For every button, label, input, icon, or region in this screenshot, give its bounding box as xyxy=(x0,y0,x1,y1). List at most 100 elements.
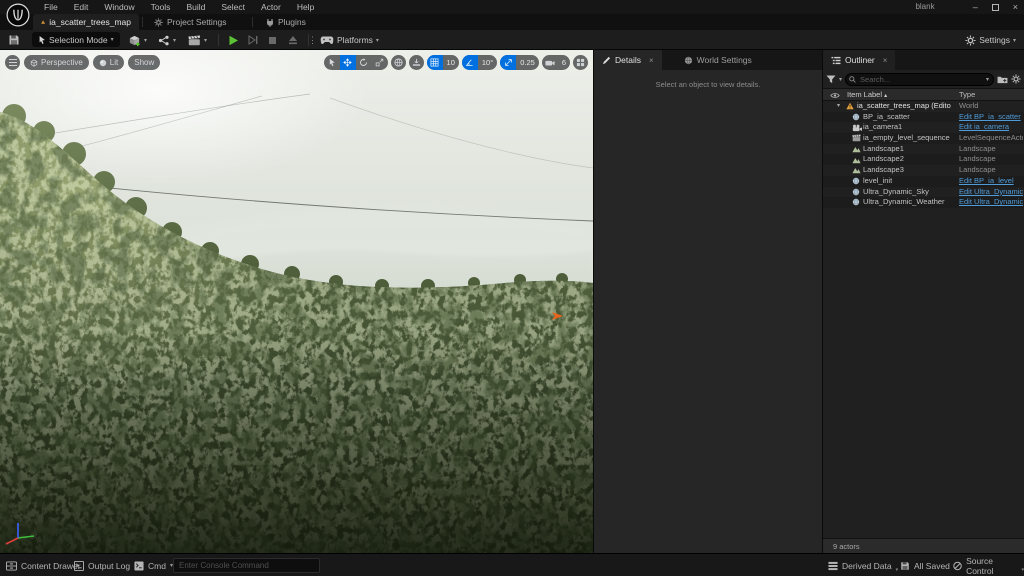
outliner-row[interactable]: Ultra_Dynamic_Sky Edit Ultra_Dynamic_Sky xyxy=(823,187,1024,198)
search-icon xyxy=(849,76,856,83)
all-saved-button[interactable]: All Saved xyxy=(900,554,950,576)
eject-button[interactable] xyxy=(288,35,302,45)
minimize-button[interactable]: – xyxy=(973,0,978,14)
unreal-engine-logo-icon xyxy=(6,3,30,27)
surface-snapping-button[interactable] xyxy=(409,55,424,70)
settings-dropdown[interactable]: Settings ▾ xyxy=(965,30,1016,50)
outliner-search-input[interactable] xyxy=(845,73,994,86)
maximize-viewport-button[interactable] xyxy=(573,55,588,70)
outliner-row[interactable]: Landscape1 Landscape xyxy=(823,144,1024,155)
expand-arrow-icon[interactable]: ▾ xyxy=(837,101,840,112)
outliner-row[interactable]: ia_empty_level_sequence LevelSequenceAct… xyxy=(823,133,1024,144)
row-type[interactable]: Edit ia_camera xyxy=(959,122,1023,133)
column-type[interactable]: Type xyxy=(959,90,975,99)
column-item-label[interactable]: Item Label ▴ xyxy=(847,90,887,99)
menu-item-file[interactable]: File xyxy=(36,2,66,12)
tab-plugins[interactable]: Plugins xyxy=(258,14,314,30)
close-tab-icon[interactable]: × xyxy=(649,56,654,65)
blueprints-icon xyxy=(158,35,170,46)
stop-button[interactable] xyxy=(268,36,282,45)
rotation-snap-toggle[interactable] xyxy=(462,55,478,70)
menu-item-help[interactable]: Help xyxy=(289,2,322,12)
tab-details[interactable]: Details × xyxy=(594,50,662,70)
selection-mode-dropdown[interactable]: Selection Mode ▾ xyxy=(32,32,120,47)
cmd-console-icon xyxy=(134,561,144,571)
derived-data-button[interactable]: Derived Data ▾ xyxy=(828,554,898,576)
save-button[interactable] xyxy=(8,30,20,50)
tab-level-label: ia_scatter_trees_map xyxy=(49,17,131,27)
add-actor-dropdown[interactable]: ▾ xyxy=(128,30,147,50)
gear-icon xyxy=(965,35,976,46)
scale-tool-button[interactable] xyxy=(372,55,388,70)
grid-snap-toggle[interactable] xyxy=(427,55,443,70)
camera-icon xyxy=(545,59,555,67)
lit-mode-dropdown[interactable]: Lit xyxy=(93,55,124,70)
scale-icon xyxy=(375,58,384,67)
outliner-row[interactable]: level_init Edit BP_ia_level xyxy=(823,176,1024,187)
project-settings-icon xyxy=(154,18,163,27)
menu-item-select[interactable]: Select xyxy=(213,2,253,12)
outliner-row[interactable]: Landscape3 Landscape xyxy=(823,165,1024,176)
tab-project-settings[interactable]: Project Settings xyxy=(146,14,235,30)
rotate-tool-button[interactable] xyxy=(356,55,372,70)
output-log-button[interactable]: Output Log xyxy=(74,554,130,576)
all-saved-floppy-icon xyxy=(900,561,910,571)
tab-world-settings[interactable]: World Settings xyxy=(676,50,760,70)
outliner-row[interactable]: ▾ ia_scatter_trees_map (Editor) World xyxy=(823,101,1024,112)
maximize-button[interactable] xyxy=(992,4,999,11)
create-folder-icon[interactable] xyxy=(997,75,1008,84)
landscape-icon xyxy=(852,145,861,153)
select-tool-button[interactable] xyxy=(324,55,340,70)
console-command-input[interactable] xyxy=(173,558,320,573)
filter-icon[interactable] xyxy=(826,75,836,84)
rotation-snap-value[interactable]: 10° xyxy=(478,58,497,67)
level-viewport[interactable]: Perspective Lit Show 10 xyxy=(0,50,593,553)
search-options-chevron-icon[interactable]: ▾ xyxy=(986,76,989,83)
outliner-row[interactable]: Landscape2 Landscape xyxy=(823,154,1024,165)
outliner-settings-gear-icon[interactable] xyxy=(1011,74,1021,84)
close-button[interactable]: × xyxy=(1013,0,1018,14)
play-from-here-button[interactable] xyxy=(248,35,262,45)
row-type[interactable]: Edit Ultra_Dynamic_Weather xyxy=(959,197,1023,208)
cinematics-dropdown[interactable]: ▾ xyxy=(188,30,207,50)
play-options-menu[interactable]: ⋮ xyxy=(308,35,317,46)
menu-item-window[interactable]: Window xyxy=(96,2,142,12)
show-label: Show xyxy=(134,58,154,67)
world-coordinate-button[interactable] xyxy=(391,55,406,70)
close-tab-icon[interactable]: × xyxy=(883,56,888,65)
menu-item-build[interactable]: Build xyxy=(178,2,213,12)
perspective-cube-icon xyxy=(30,59,38,67)
derived-data-label: Derived Data xyxy=(842,561,892,571)
visibility-eye-icon[interactable] xyxy=(830,92,840,99)
output-log-icon xyxy=(74,561,84,571)
outliner-row[interactable]: ia_camera1 Edit ia_camera xyxy=(823,122,1024,133)
camera-speed-value[interactable]: 6 xyxy=(558,58,570,67)
play-button[interactable] xyxy=(228,35,242,46)
outliner-row[interactable]: BP_ia_scatter Edit BP_ia_scatter xyxy=(823,112,1024,123)
content-drawer-button[interactable]: Content Drawer xyxy=(6,554,81,576)
menu-item-tools[interactable]: Tools xyxy=(143,2,179,12)
row-type[interactable]: Edit BP_ia_level xyxy=(959,176,1023,187)
perspective-dropdown[interactable]: Perspective xyxy=(24,55,89,70)
filter-chevron-icon[interactable]: ▾ xyxy=(839,76,842,83)
camera-speed-button[interactable] xyxy=(542,55,558,70)
row-type[interactable]: Edit Ultra_Dynamic_Sky xyxy=(959,187,1023,198)
viewport-options-menu[interactable] xyxy=(5,55,20,70)
tab-level-map[interactable]: ia_scatter_trees_map xyxy=(33,14,139,30)
blueprints-dropdown[interactable]: ▾ xyxy=(158,30,176,50)
menu-item-actor[interactable]: Actor xyxy=(253,2,289,12)
source-control-button[interactable]: Source Control ▾ xyxy=(953,554,1024,576)
cmd-dropdown[interactable]: Cmd ▾ xyxy=(134,554,173,576)
scale-snap-toggle[interactable] xyxy=(500,55,516,70)
scale-snap-value[interactable]: 0.25 xyxy=(516,58,539,67)
outliner-row[interactable]: Ultra_Dynamic_Weather Edit Ultra_Dynamic… xyxy=(823,197,1024,208)
tab-outliner[interactable]: Outliner × xyxy=(823,50,895,70)
move-tool-button[interactable] xyxy=(340,55,356,70)
row-label: ia_empty_level_sequence xyxy=(863,133,950,144)
landscape-icon xyxy=(852,156,861,164)
grid-snap-value[interactable]: 10 xyxy=(443,58,459,67)
row-type[interactable]: Edit BP_ia_scatter xyxy=(959,112,1023,123)
show-dropdown[interactable]: Show xyxy=(128,55,160,70)
platforms-dropdown[interactable]: Platforms ▾ xyxy=(320,30,379,50)
menu-item-edit[interactable]: Edit xyxy=(66,2,97,12)
